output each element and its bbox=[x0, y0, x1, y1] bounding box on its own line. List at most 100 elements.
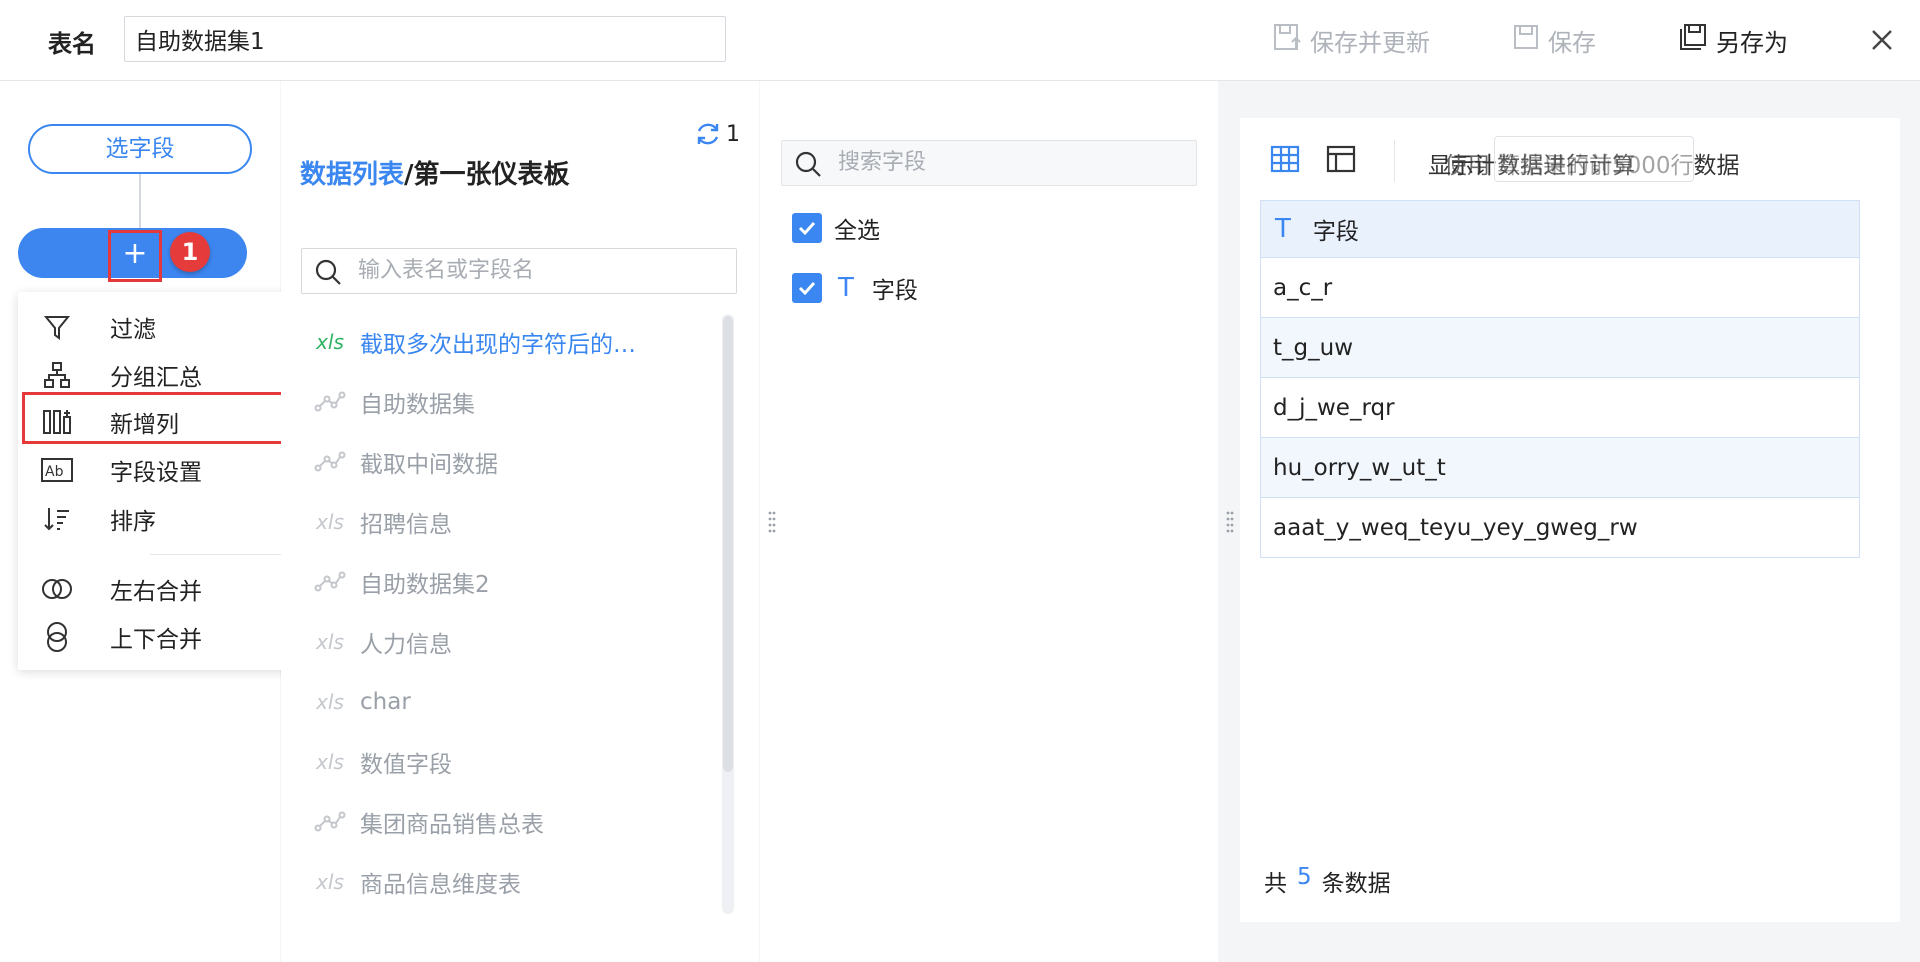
refresh-icon bbox=[697, 123, 719, 145]
checkbox-checked-icon bbox=[792, 273, 822, 303]
save-and-update-label: 保存并更新 bbox=[1310, 28, 1430, 57]
excel-icon: xls bbox=[316, 750, 344, 774]
list-item[interactable]: xls 人力信息 bbox=[314, 622, 452, 662]
select-all-label: 全选 bbox=[834, 218, 880, 244]
list-item[interactable]: 截取中间数据 bbox=[314, 442, 498, 482]
toolbar-divider bbox=[1394, 140, 1395, 182]
menu-item-label: 字段设置 bbox=[110, 460, 202, 486]
table-search-input[interactable]: 输入表名或字段名 bbox=[301, 248, 737, 294]
table-name-input[interactable] bbox=[124, 16, 726, 62]
save-icon bbox=[1512, 23, 1540, 57]
save-button[interactable]: 保存 bbox=[1512, 20, 1596, 60]
list-item-label: 人力信息 bbox=[360, 632, 452, 658]
close-button[interactable] bbox=[1864, 20, 1900, 60]
table-grid-icon bbox=[1270, 145, 1300, 173]
table-row: a_c_r bbox=[1260, 258, 1860, 318]
self-service-dataset-icon bbox=[314, 810, 346, 834]
layout-view-button[interactable] bbox=[1324, 142, 1358, 176]
list-item-label: 截取多次出现的字符后的… bbox=[360, 332, 636, 358]
list-item[interactable]: 集团商品销售总表 bbox=[314, 802, 544, 842]
breadcrumb-data-list-link[interactable]: 数据列表 bbox=[300, 160, 404, 190]
field-search-input[interactable]: 搜索字段 bbox=[781, 140, 1197, 186]
panel-resize-handle[interactable] bbox=[1226, 510, 1234, 534]
list-item-label: 自助数据集2 bbox=[360, 572, 490, 598]
search-icon bbox=[314, 258, 342, 290]
breadcrumb: 数据列表/第一张仪表板 bbox=[300, 154, 570, 191]
table-header: T 字段 bbox=[1260, 200, 1860, 258]
top-bottom-merge-icon bbox=[40, 622, 74, 652]
refresh-button[interactable]: 1 bbox=[694, 120, 740, 148]
left-right-merge-icon bbox=[40, 574, 74, 604]
menu-item-field-settings[interactable]: Ab 字段设置 bbox=[20, 447, 282, 493]
field-label: 字段 bbox=[871, 278, 918, 304]
row-count-suffix: 条数据 bbox=[1321, 871, 1391, 897]
filter-icon bbox=[40, 312, 74, 342]
menu-item-filter[interactable]: 过滤 bbox=[20, 304, 282, 350]
table-name-label: 表名 bbox=[48, 30, 96, 58]
table-row: t_g_uw bbox=[1260, 318, 1860, 378]
search-icon bbox=[794, 150, 822, 182]
list-item-label: 自助数据集 bbox=[360, 392, 475, 418]
save-and-update-button[interactable]: 保存并更新 bbox=[1272, 20, 1430, 60]
self-service-dataset-icon bbox=[314, 570, 346, 594]
menu-item-left-right-merge[interactable]: 左右合并 bbox=[20, 566, 282, 612]
excel-icon: xls bbox=[316, 510, 344, 534]
list-item[interactable]: xls 招聘信息 bbox=[314, 502, 452, 542]
list-item-label: 集团商品销售总表 bbox=[360, 812, 544, 838]
layout-icon bbox=[1326, 145, 1356, 173]
menu-item-label: 左右合并 bbox=[110, 579, 202, 605]
list-item[interactable]: xls 数值字段 bbox=[314, 742, 452, 782]
flow-connector bbox=[139, 174, 141, 228]
menu-item-label: 排序 bbox=[110, 509, 156, 535]
list-item[interactable]: 自助数据集2 bbox=[314, 562, 490, 602]
table-search-placeholder: 输入表名或字段名 bbox=[358, 258, 535, 283]
menu-item-label: 过滤 bbox=[110, 317, 156, 343]
excel-icon: xls bbox=[316, 330, 344, 354]
select-all-checkbox[interactable]: 全选 bbox=[792, 210, 880, 246]
grid-view-button[interactable] bbox=[1268, 142, 1302, 176]
list-item[interactable]: xls char bbox=[314, 682, 411, 722]
table-row: d_j_we_rqr bbox=[1260, 378, 1860, 438]
list-item[interactable]: xls 截取多次出现的字符后的… bbox=[314, 322, 636, 362]
save-as-label: 另存为 bbox=[1716, 28, 1788, 57]
menu-item-label: 上下合并 bbox=[110, 627, 202, 653]
svg-text:Ab: Ab bbox=[45, 464, 64, 480]
breadcrumb-current: 第一张仪表板 bbox=[413, 160, 570, 190]
table-row: hu_orry_w_ut_t bbox=[1260, 438, 1860, 498]
annotation-box-2 bbox=[22, 392, 298, 444]
self-service-dataset-icon bbox=[314, 390, 346, 414]
field-checkbox-row[interactable]: T 字段 bbox=[792, 270, 918, 306]
list-item-label: char bbox=[360, 689, 411, 715]
menu-item-label: 分组汇总 bbox=[110, 365, 202, 391]
list-item[interactable]: xls 商品信息维度表 bbox=[314, 862, 521, 902]
list-item-label: 数值字段 bbox=[360, 752, 452, 778]
refresh-count: 1 bbox=[726, 121, 740, 147]
drag-handle-icon bbox=[1226, 511, 1234, 533]
checkbox-checked-icon bbox=[792, 213, 822, 243]
column-header: 字段 bbox=[1312, 219, 1359, 245]
menu-item-top-bottom-merge[interactable]: 上下合并 bbox=[20, 614, 282, 660]
drag-handle-icon bbox=[768, 511, 776, 533]
text-type-icon: T bbox=[1275, 214, 1291, 244]
preview-table: T 字段 a_c_r t_g_uw d_j_we_rqr hu_orry_w_u… bbox=[1260, 200, 1860, 558]
sort-icon bbox=[40, 504, 74, 534]
save-label: 保存 bbox=[1548, 28, 1596, 57]
panel-resize-handle[interactable] bbox=[768, 510, 776, 534]
select-fields-node[interactable]: 选字段 bbox=[28, 124, 252, 174]
excel-icon: xls bbox=[316, 630, 344, 654]
excel-icon: xls bbox=[316, 690, 344, 714]
field-settings-icon: Ab bbox=[40, 455, 74, 485]
menu-item-sort[interactable]: 排序 bbox=[20, 496, 282, 542]
save-update-icon bbox=[1272, 22, 1302, 58]
save-as-icon bbox=[1678, 22, 1708, 58]
group-summary-icon bbox=[40, 360, 74, 390]
row-count-prefix: 共 bbox=[1264, 871, 1287, 897]
table-list-scroll-thumb[interactable] bbox=[723, 316, 733, 772]
table-row: aaat_y_weq_teyu_yey_gweg_rw bbox=[1260, 498, 1860, 558]
save-as-button[interactable]: 另存为 bbox=[1678, 20, 1788, 60]
calculation-mode-hint: 使用 数据进行计算 bbox=[1444, 153, 1636, 179]
list-item-label: 招聘信息 bbox=[360, 512, 452, 538]
list-item[interactable]: 自助数据集 bbox=[314, 382, 475, 422]
row-count: 共 5 条数据 bbox=[1264, 864, 1391, 898]
text-type-icon: T bbox=[838, 273, 854, 303]
